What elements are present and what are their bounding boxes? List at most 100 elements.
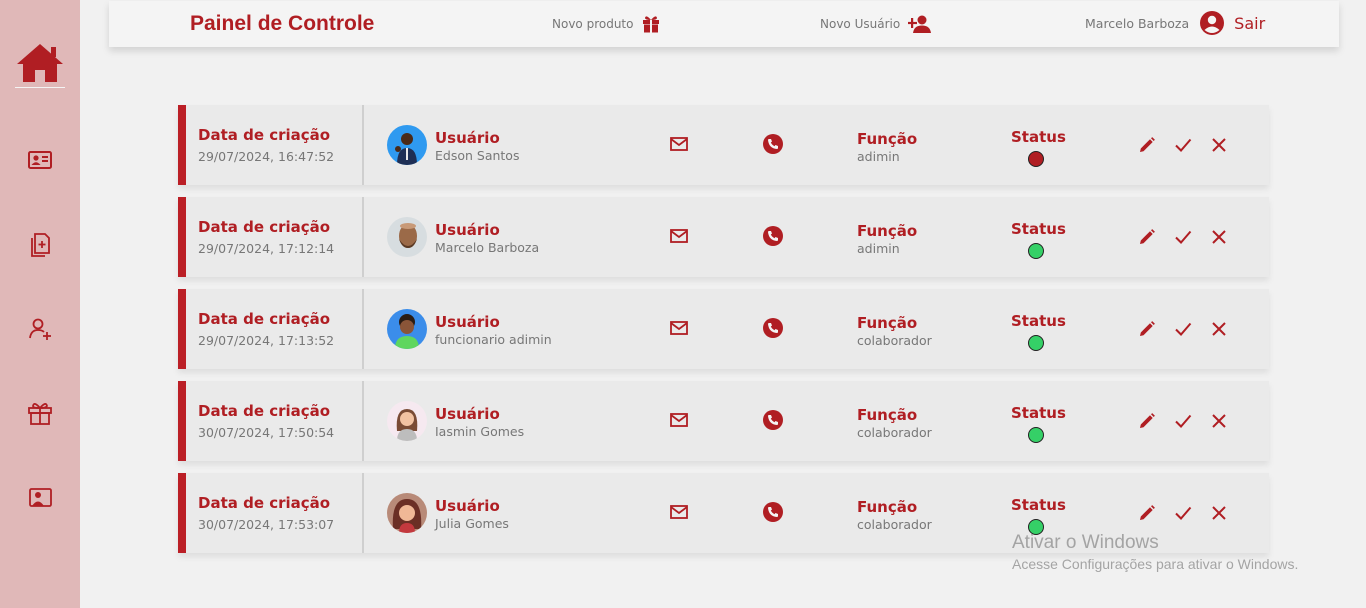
avatar: [387, 217, 427, 257]
user-name-value: Iasmin Gomes: [435, 424, 525, 439]
edit-icon[interactable]: [1137, 411, 1157, 431]
card-divider: [362, 289, 364, 369]
card-accent-bar: [178, 381, 186, 461]
user-label: Usuário: [435, 221, 500, 239]
created-label: Data de criação: [198, 218, 331, 236]
status-indicator: [1028, 151, 1044, 167]
document-add-icon[interactable]: [26, 231, 54, 259]
phone-icon[interactable]: [763, 502, 783, 522]
card-divider: [362, 381, 364, 461]
account-circle-icon[interactable]: [1199, 10, 1225, 36]
card-accent-bar: [178, 289, 186, 369]
page-title: Painel de Controle: [190, 12, 375, 35]
user-name-value: funcionario adimin: [435, 332, 552, 347]
close-icon[interactable]: [1209, 503, 1229, 523]
status-indicator: [1028, 335, 1044, 351]
avatar: [387, 493, 427, 533]
role-label: Função: [857, 498, 918, 516]
user-label: Usuário: [435, 313, 500, 331]
close-icon[interactable]: [1209, 227, 1229, 247]
new-product-link[interactable]: Novo produto: [552, 14, 661, 34]
user-card: Data de criação 29/07/2024, 17:13:52 Usuár…: [178, 289, 1269, 369]
phone-icon[interactable]: [763, 410, 783, 430]
check-icon[interactable]: [1173, 135, 1193, 155]
close-icon[interactable]: [1209, 135, 1229, 155]
user-label: Usuário: [435, 405, 500, 423]
mail-icon[interactable]: [669, 504, 689, 520]
created-label: Data de criação: [198, 402, 331, 420]
close-icon[interactable]: [1209, 319, 1229, 339]
card-divider: [362, 197, 364, 277]
edit-icon[interactable]: [1137, 319, 1157, 339]
card-accent-bar: [178, 105, 186, 185]
role-label: Função: [857, 130, 918, 148]
check-icon[interactable]: [1173, 227, 1193, 247]
sidebar-divider: [15, 87, 65, 88]
sidebar: [0, 0, 80, 608]
role-value: adimin: [857, 149, 900, 164]
role-value: adimin: [857, 241, 900, 256]
gift-icon: [643, 16, 660, 33]
phone-icon[interactable]: [763, 134, 783, 154]
role-value: colaborador: [857, 425, 932, 440]
created-value: 29/07/2024, 17:13:52: [198, 333, 335, 348]
card-divider: [362, 105, 364, 185]
created-value: 29/07/2024, 17:12:14: [198, 241, 335, 256]
created-value: 30/07/2024, 17:50:54: [198, 425, 335, 440]
phone-icon[interactable]: [763, 318, 783, 338]
status-indicator: [1028, 243, 1044, 259]
user-name-value: Edson Santos: [435, 148, 520, 163]
user-label: Usuário: [435, 129, 500, 147]
user-name-value: Julia Gomes: [435, 516, 509, 531]
created-label: Data de criação: [198, 494, 331, 512]
status-label: Status: [1011, 128, 1066, 146]
edit-icon[interactable]: [1137, 227, 1157, 247]
new-user-link[interactable]: Novo Usuário: [820, 14, 932, 34]
check-icon[interactable]: [1173, 319, 1193, 339]
role-label: Função: [857, 222, 918, 240]
gift-icon[interactable]: [26, 399, 54, 427]
user-menu: Marcelo Barboza Sair: [1085, 10, 1265, 36]
home-icon[interactable]: [15, 42, 65, 84]
new-user-label: Novo Usuário: [820, 17, 901, 31]
created-value: 30/07/2024, 17:53:07: [198, 517, 335, 532]
check-icon[interactable]: [1173, 411, 1193, 431]
card-accent-bar: [178, 473, 186, 553]
edit-icon[interactable]: [1137, 135, 1157, 155]
user-add-icon[interactable]: [26, 315, 54, 343]
check-icon[interactable]: [1173, 503, 1193, 523]
status-label: Status: [1011, 496, 1066, 514]
avatar: [387, 309, 427, 349]
close-icon[interactable]: [1209, 411, 1229, 431]
created-value: 29/07/2024, 16:47:52: [198, 149, 335, 164]
phone-icon[interactable]: [763, 226, 783, 246]
windows-activation-title: Ativar o Windows: [1012, 532, 1159, 553]
edit-icon[interactable]: [1137, 503, 1157, 523]
card-divider: [362, 473, 364, 553]
role-value: colaborador: [857, 517, 932, 532]
role-label: Função: [857, 406, 918, 424]
user-card: Data de criação 29/07/2024, 17:12:14 Usuár…: [178, 197, 1269, 277]
user-card: Data de criação 30/07/2024, 17:50:54 Usuár…: [178, 381, 1269, 461]
avatar: [387, 401, 427, 441]
mail-icon[interactable]: [669, 320, 689, 336]
user-name: Marcelo Barboza: [1085, 15, 1190, 31]
mail-icon[interactable]: [669, 136, 689, 152]
mail-icon[interactable]: [669, 412, 689, 428]
created-label: Data de criação: [198, 126, 331, 144]
mail-icon[interactable]: [669, 228, 689, 244]
user-label: Usuário: [435, 497, 500, 515]
role-label: Função: [857, 314, 918, 332]
user-plus-icon: [908, 15, 932, 33]
logout-link[interactable]: Sair: [1234, 14, 1265, 33]
top-navbar: Painel de Controle Novo produto Novo Usu…: [109, 1, 1339, 47]
status-indicator: [1028, 427, 1044, 443]
role-value: colaborador: [857, 333, 932, 348]
new-product-label: Novo produto: [552, 17, 634, 31]
avatar: [387, 125, 427, 165]
contact-icon[interactable]: [26, 484, 54, 512]
user-name-value: Marcelo Barboza: [435, 240, 540, 255]
status-label: Status: [1011, 404, 1066, 422]
id-card-icon[interactable]: [26, 146, 54, 174]
status-label: Status: [1011, 312, 1066, 330]
